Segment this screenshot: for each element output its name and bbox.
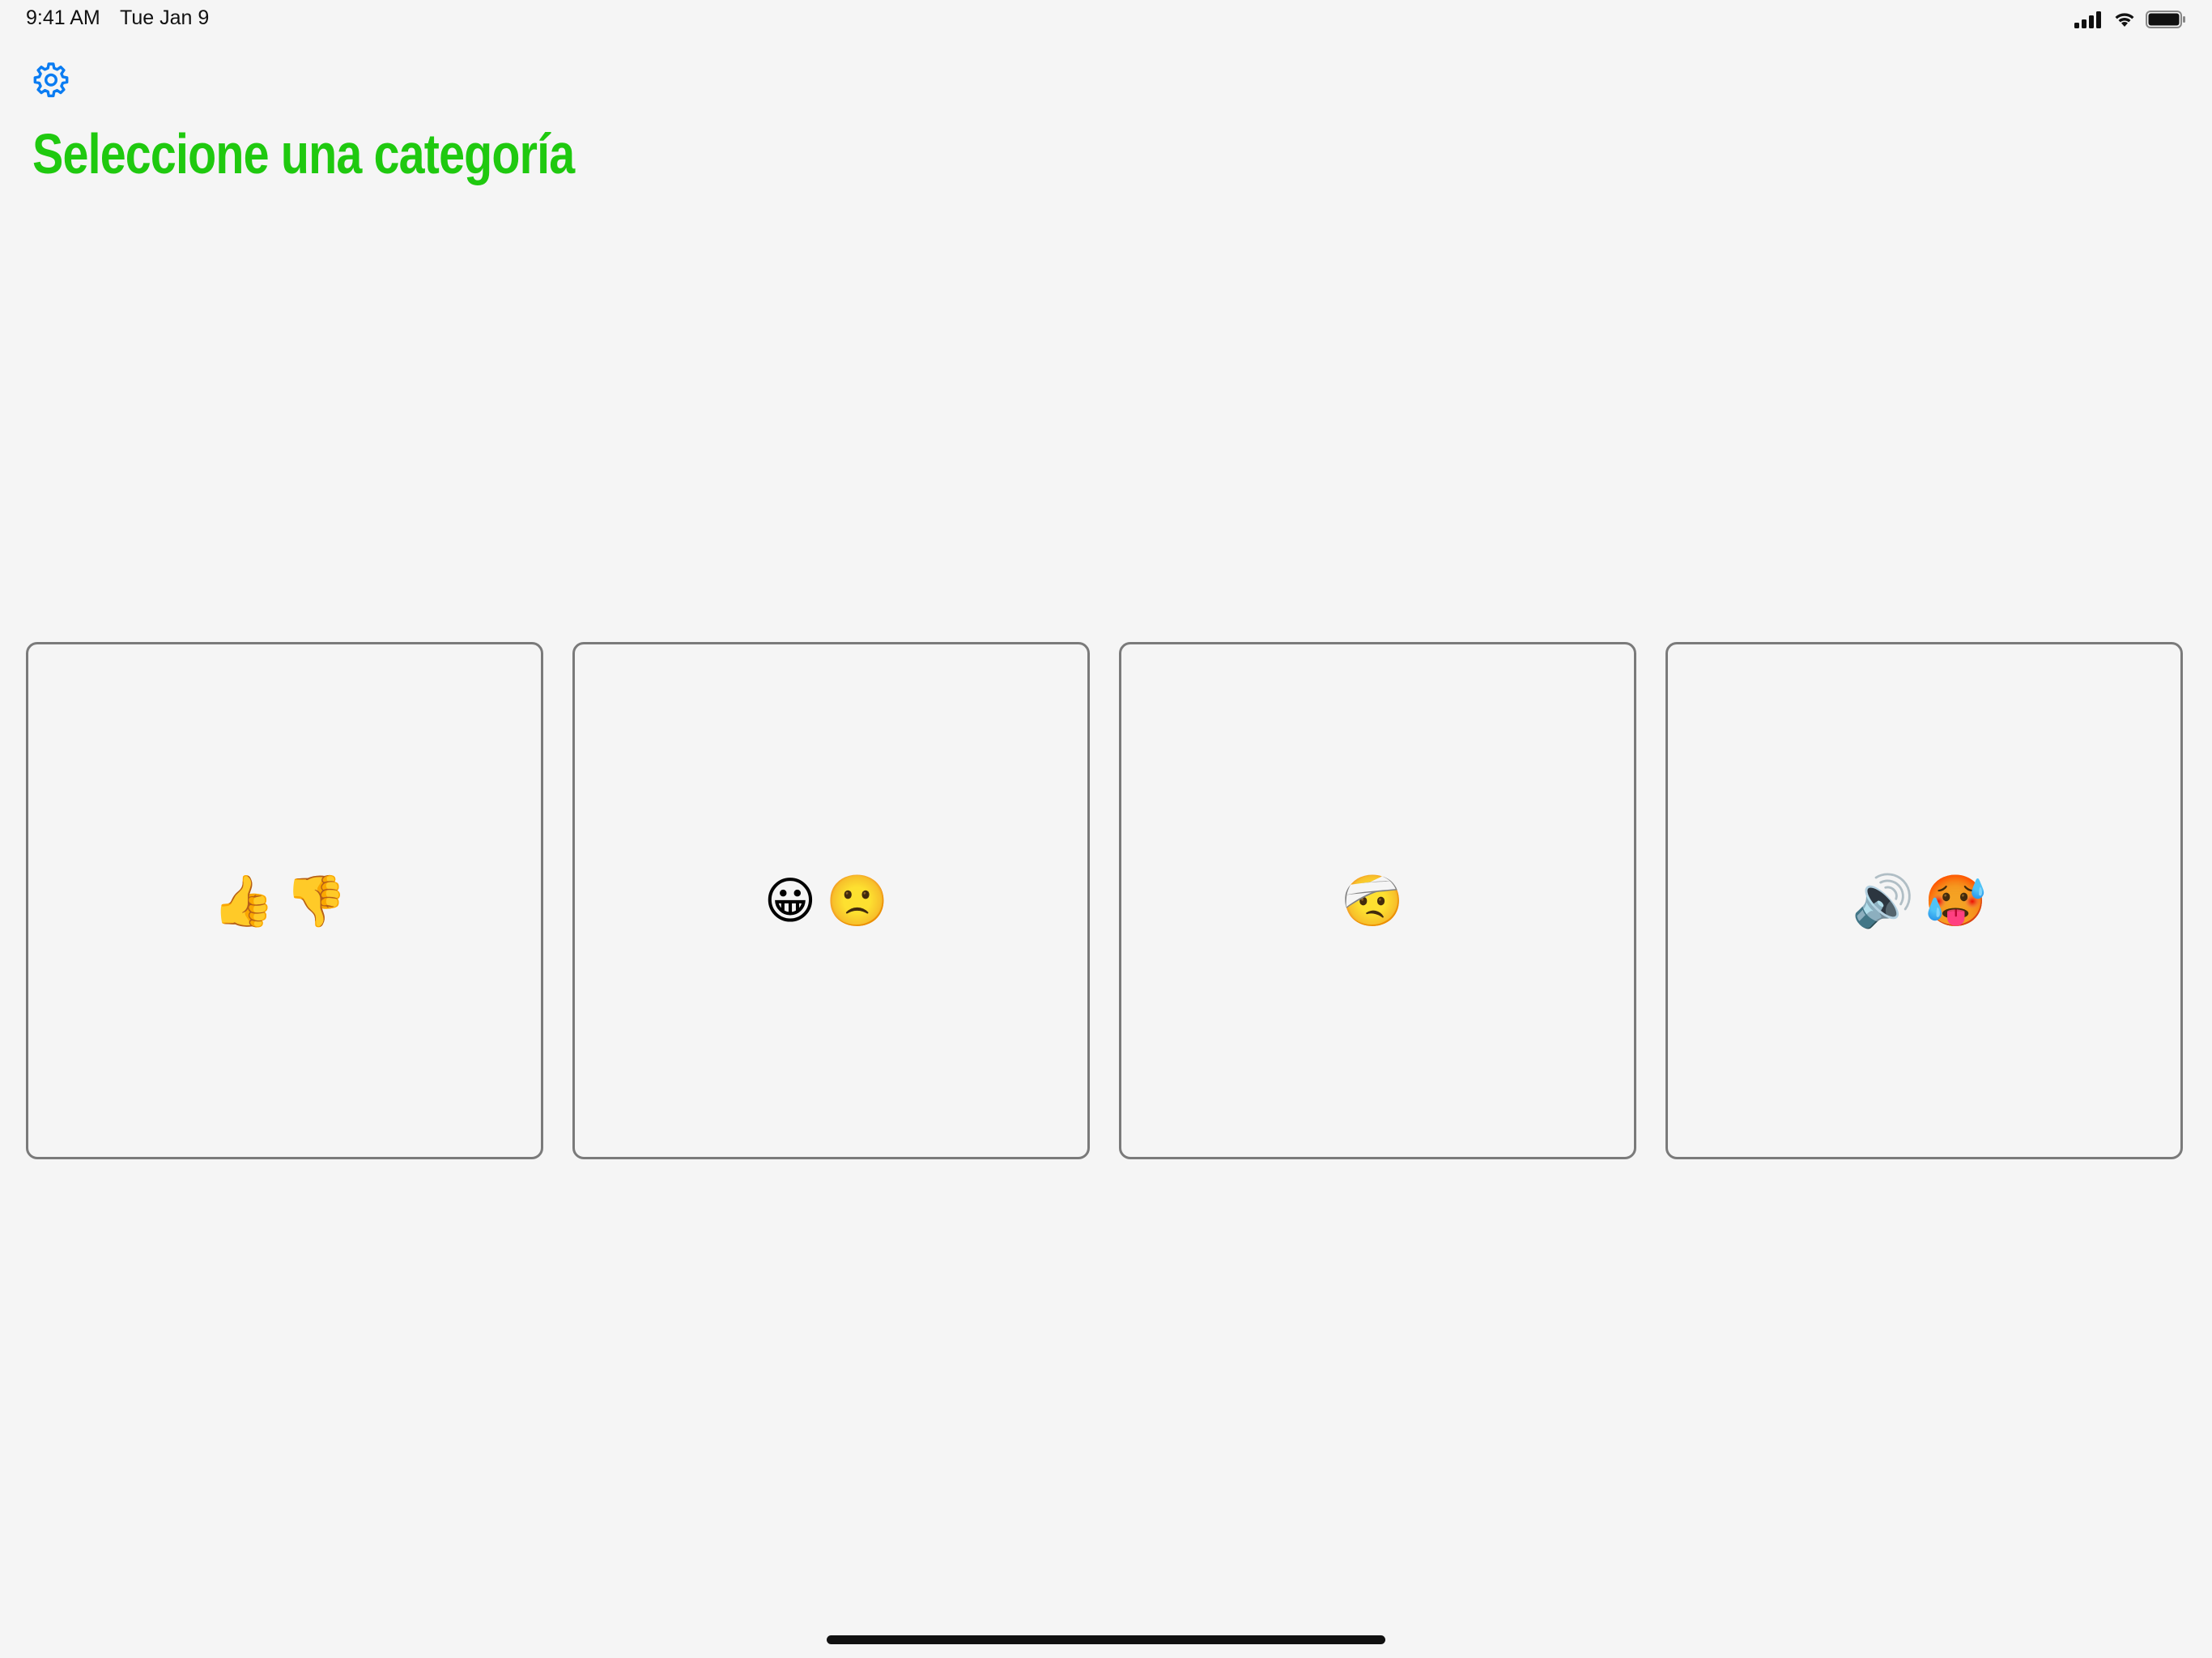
wifi-icon <box>2115 13 2134 27</box>
category-card-sensory[interactable]: 🔊🥵 <box>1665 642 2183 1159</box>
status-bar: 9:41 AM Tue Jan 9 <box>0 0 2212 39</box>
category-card-mood[interactable]: 😀🙁 <box>572 642 1090 1159</box>
gear-icon <box>33 62 69 98</box>
status-icons <box>2074 10 2186 29</box>
cellular-signal-icon <box>2074 11 2101 28</box>
head-bandage-face-icon: 🤕 <box>1341 870 1414 930</box>
category-card-approval[interactable]: 👍👎 <box>26 642 543 1159</box>
settings-button[interactable] <box>32 61 70 98</box>
status-time: 9:41 AM <box>26 6 100 29</box>
category-grid: 👍👎 😀🙁 🤕 🔊🥵 <box>26 642 2186 1163</box>
thumbs-up-down-icon: 👍👎 <box>212 870 357 930</box>
category-card-pain[interactable]: 🤕 <box>1119 642 1636 1159</box>
status-date: Tue Jan 9 <box>120 6 210 29</box>
happy-sad-face-icon: 😀🙁 <box>764 870 899 930</box>
page-title: Seleccione una categoría <box>32 122 575 185</box>
speaker-hot-face-icon: 🔊🥵 <box>1852 870 1997 930</box>
home-indicator[interactable] <box>827 1635 1385 1644</box>
battery-icon <box>2146 11 2185 28</box>
